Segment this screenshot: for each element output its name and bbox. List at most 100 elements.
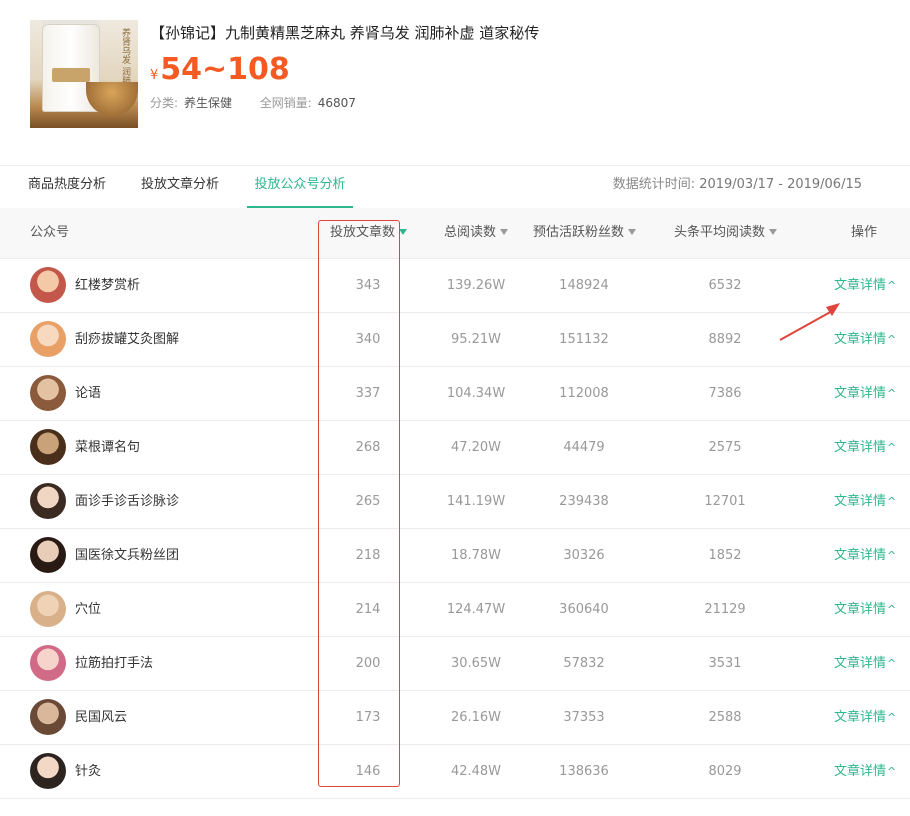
header-total-reads-label: 总阅读数	[444, 225, 497, 240]
avg-reads: 12701	[704, 494, 746, 509]
product-meta: 分类: 养生保健 全网销量: 46807	[150, 94, 356, 111]
chevron-up-icon: ^	[887, 711, 897, 724]
table-row: 面诊手诊舌诊脉诊 265 141.19W 239438 12701 文章详情^	[0, 475, 910, 529]
article-details-link[interactable]: 文章详情^	[834, 475, 896, 528]
header-total-reads[interactable]: 总阅读数	[444, 208, 509, 258]
active-fans: 30326	[563, 548, 605, 563]
stat-time: 数据统计时间: 2019/03/17 - 2019/06/15	[613, 166, 862, 204]
avg-reads: 8892	[708, 332, 742, 347]
account-avatar[interactable]	[30, 483, 66, 519]
analysis-tabs: 商品热度分析 投放文章分析 投放公众号分析 数据统计时间: 2019/03/17 …	[0, 165, 910, 209]
currency-symbol: ¥	[150, 68, 159, 83]
avg-reads: 8029	[708, 764, 742, 779]
account-name[interactable]: 民国风云	[75, 691, 127, 744]
active-fans: 360640	[559, 602, 609, 617]
article-details-link[interactable]: 文章详情^	[834, 421, 896, 474]
sort-icon[interactable]	[769, 229, 778, 235]
active-fans: 57832	[563, 656, 605, 671]
product-title[interactable]: 【孙锦记】九制黄精黑芝麻丸 养肾乌发 润肺补虚 道家秘传	[150, 22, 539, 43]
tab-account-analysis[interactable]: 投放公众号分析	[247, 166, 353, 208]
article-details-link[interactable]: 文章详情^	[834, 529, 896, 582]
account-avatar[interactable]	[30, 537, 66, 573]
table-header: 公众号 投放文章数 总阅读数 预估活跃粉丝数 头条平均阅读数 操作	[0, 208, 910, 259]
account-avatar[interactable]	[30, 321, 66, 357]
account-avatar[interactable]	[30, 429, 66, 465]
account-avatar[interactable]	[30, 591, 66, 627]
category-label: 分类:	[150, 96, 179, 110]
article-count: 337	[355, 386, 381, 401]
article-count: 343	[355, 278, 381, 293]
article-details-link[interactable]: 文章详情^	[834, 637, 896, 690]
category-value: 养生保健	[184, 96, 233, 110]
account-name[interactable]: 红楼梦赏析	[75, 259, 140, 312]
header-avg-reads[interactable]: 头条平均阅读数	[674, 208, 778, 258]
article-details-link[interactable]: 文章详情^	[834, 691, 896, 744]
total-reads: 30.65W	[450, 656, 502, 671]
total-reads: 18.78W	[450, 548, 502, 563]
active-fans: 112008	[559, 386, 609, 401]
table-row: 针灸 146 42.48W 138636 8029 文章详情^	[0, 745, 910, 799]
account-name[interactable]: 论语	[75, 367, 101, 420]
active-fans: 44479	[563, 440, 605, 455]
chevron-up-icon: ^	[887, 549, 897, 562]
header-account: 公众号	[30, 225, 70, 240]
account-name[interactable]: 菜根谭名句	[75, 421, 140, 474]
chevron-up-icon: ^	[887, 387, 897, 400]
avg-reads: 6532	[708, 278, 742, 293]
product-header: 养肾乌发 润肺补虚 【孙锦记】九制黄精黑芝麻丸 养肾乌发 润肺补虚 道家秘传 ¥…	[30, 20, 890, 130]
product-image[interactable]: 养肾乌发 润肺补虚	[30, 20, 138, 128]
sort-icon[interactable]	[628, 229, 637, 235]
account-name[interactable]: 针灸	[75, 745, 101, 798]
header-active-fans-label: 预估活跃粉丝数	[533, 225, 625, 240]
account-avatar[interactable]	[30, 375, 66, 411]
total-reads: 42.48W	[450, 764, 502, 779]
sales-value: 46807	[317, 96, 356, 110]
chevron-up-icon: ^	[887, 765, 897, 778]
article-details-link[interactable]: 文章详情^	[834, 313, 896, 366]
account-name[interactable]: 穴位	[75, 583, 101, 636]
article-details-link[interactable]: 文章详情^	[834, 583, 896, 636]
article-details-label: 文章详情	[834, 548, 887, 563]
article-details-label: 文章详情	[834, 602, 887, 617]
avg-reads: 1852	[708, 548, 742, 563]
account-name[interactable]: 刮痧拔罐艾灸图解	[75, 313, 179, 366]
table-row: 菜根谭名句 268 47.20W 44479 2575 文章详情^	[0, 421, 910, 475]
article-count: 218	[355, 548, 381, 563]
active-fans: 37353	[563, 710, 605, 725]
sort-icon[interactable]	[500, 229, 509, 235]
total-reads: 139.26W	[446, 278, 506, 293]
article-count: 173	[355, 710, 381, 725]
header-article-count[interactable]: 投放文章数	[330, 208, 408, 258]
account-name[interactable]: 国医徐文兵粉丝团	[75, 529, 179, 582]
avg-reads: 7386	[708, 386, 742, 401]
account-avatar[interactable]	[30, 645, 66, 681]
article-details-link[interactable]: 文章详情^	[834, 745, 896, 798]
table-row: 红楼梦赏析 343 139.26W 148924 6532 文章详情^	[0, 259, 910, 313]
header-active-fans[interactable]: 预估活跃粉丝数	[533, 208, 637, 258]
article-count: 146	[355, 764, 381, 779]
price-range: 54~108	[160, 52, 290, 87]
article-details-link[interactable]: 文章详情^	[834, 367, 896, 420]
avg-reads: 3531	[708, 656, 742, 671]
total-reads: 26.16W	[450, 710, 502, 725]
tab-product-heat[interactable]: 商品热度分析	[18, 166, 116, 206]
table-row: 论语 337 104.34W 112008 7386 文章详情^	[0, 367, 910, 421]
avg-reads: 21129	[704, 602, 746, 617]
total-reads: 95.21W	[450, 332, 502, 347]
account-name[interactable]: 面诊手诊舌诊脉诊	[75, 475, 179, 528]
article-details-link[interactable]: 文章详情^	[834, 259, 896, 312]
active-fans: 239438	[559, 494, 609, 509]
article-details-label: 文章详情	[834, 440, 887, 455]
sort-desc-icon[interactable]	[399, 229, 408, 235]
header-article-count-label: 投放文章数	[330, 225, 396, 240]
chevron-up-icon: ^	[887, 657, 897, 670]
chevron-up-icon: ^	[887, 495, 897, 508]
account-avatar[interactable]	[30, 753, 66, 789]
tab-article-analysis[interactable]: 投放文章分析	[131, 166, 229, 206]
avg-reads: 2588	[708, 710, 742, 725]
account-avatar[interactable]	[30, 699, 66, 735]
account-name[interactable]: 拉筋拍打手法	[75, 637, 153, 690]
account-avatar[interactable]	[30, 267, 66, 303]
article-details-label: 文章详情	[834, 332, 887, 347]
table-row: 国医徐文兵粉丝团 218 18.78W 30326 1852 文章详情^	[0, 529, 910, 583]
